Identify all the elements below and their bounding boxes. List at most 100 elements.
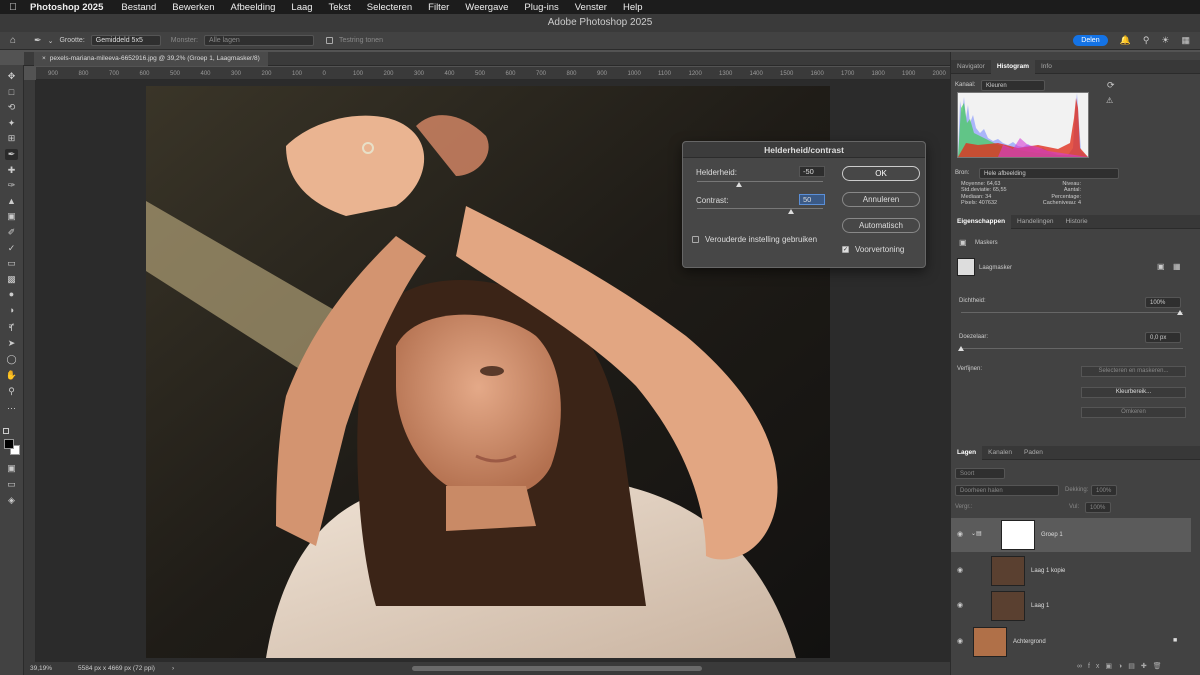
discover-icon[interactable]: ☀: [1161, 35, 1169, 46]
histogram-graph[interactable]: [957, 92, 1089, 158]
eyedropper-icon[interactable]: ✒: [34, 35, 42, 46]
menu-help[interactable]: Help: [615, 2, 651, 13]
search-icon[interactable]: ⚲: [1143, 35, 1150, 46]
gradient-tool-icon[interactable]: ▩: [5, 274, 18, 285]
tab-channels[interactable]: Kanalen: [982, 446, 1018, 460]
share-button[interactable]: Delen: [1073, 35, 1108, 46]
tab-properties[interactable]: Eigenschappen: [951, 215, 1012, 229]
menu-venster[interactable]: Venster: [567, 2, 615, 13]
horizontal-ruler[interactable]: 900 800 700 600 500 400 300 200 100 0 100 200 300 400…: [36, 67, 950, 80]
quick-select-tool-icon[interactable]: ✦: [5, 118, 18, 129]
tab-layers[interactable]: Lagen: [951, 446, 983, 460]
status-chevron-icon[interactable]: ›: [172, 662, 174, 675]
type-tool-icon[interactable]: T: [5, 323, 18, 334]
eraser-tool-icon[interactable]: ▭: [5, 258, 18, 269]
tab-history[interactable]: Historie: [1060, 215, 1094, 229]
brush-tool-icon[interactable]: ✑: [5, 180, 18, 191]
pixel-mask-icon[interactable]: ▣: [1157, 262, 1165, 271]
workspace-icon[interactable]: ▦: [1181, 35, 1190, 46]
feather-slider-thumb[interactable]: [958, 346, 964, 351]
brightness-slider-thumb[interactable]: [736, 182, 742, 187]
size-select[interactable]: Gemiddeld 5x5: [90, 35, 161, 46]
move-tool-icon[interactable]: ✥: [5, 71, 18, 82]
blend-mode-select[interactable]: Doorheen halen: [955, 485, 1059, 496]
layer-row-background[interactable]: ◉ Achtergrond ■: [951, 625, 1191, 659]
default-colors-icon[interactable]: [3, 428, 9, 434]
brightness-slider-track[interactable]: [697, 181, 823, 182]
menu-afbeelding[interactable]: Afbeelding: [223, 2, 284, 13]
quick-mask-icon[interactable]: ▣: [5, 463, 18, 474]
layers-footer-icons[interactable]: ∞fx▣◑▤✚🗑: [1077, 662, 1168, 670]
layer-thumbnail[interactable]: [991, 556, 1025, 586]
invert-button[interactable]: Omkeren: [1081, 407, 1186, 418]
density-slider[interactable]: [961, 312, 1183, 313]
eye-icon[interactable]: ◉: [957, 637, 963, 645]
tool-preset-chevron-icon[interactable]: ⌄: [48, 37, 54, 45]
opacity-input[interactable]: 100%: [1091, 485, 1117, 496]
sample-select[interactable]: Alle lagen: [204, 35, 314, 46]
layer-filter-select[interactable]: Soort: [955, 468, 1005, 479]
menu-bewerken[interactable]: Bewerken: [164, 2, 222, 13]
ok-button[interactable]: OK: [842, 166, 920, 181]
contrast-slider-track[interactable]: [697, 208, 823, 209]
path-select-tool-icon[interactable]: ➤: [5, 338, 18, 349]
history-brush-2-icon[interactable]: ✓: [5, 243, 18, 254]
density-slider-thumb[interactable]: [1177, 310, 1183, 315]
dodge-tool-icon[interactable]: ◑: [5, 305, 18, 316]
legacy-checkbox[interactable]: [692, 236, 699, 243]
cache-warning-icon[interactable]: ⚠: [1106, 96, 1113, 105]
density-input[interactable]: 100%: [1145, 297, 1181, 308]
layer-thumbnail[interactable]: [991, 591, 1025, 621]
vertical-ruler[interactable]: [24, 80, 36, 662]
bell-icon[interactable]: 🔔: [1120, 35, 1131, 46]
layer-mask-thumbnail[interactable]: [1001, 520, 1035, 550]
cancel-button[interactable]: Annuleren: [842, 192, 920, 207]
layer-row-laag1-kopie[interactable]: ◉ Laag 1 kopie: [951, 554, 1191, 588]
contrast-slider-thumb[interactable]: [788, 209, 794, 214]
screen-mode-icon[interactable]: ▭: [5, 479, 18, 490]
preview-checkbox[interactable]: ✓: [842, 246, 849, 253]
eye-icon[interactable]: ◉: [957, 530, 963, 538]
horizontal-scrollbar[interactable]: [412, 666, 702, 671]
vector-mask-icon[interactable]: ▦: [1173, 262, 1181, 271]
tab-navigator[interactable]: Navigator: [951, 60, 991, 74]
hand-tool-icon[interactable]: ✋: [5, 370, 18, 381]
close-icon[interactable]: ×: [42, 55, 46, 62]
history-brush-tool-icon[interactable]: ✐: [5, 227, 18, 238]
color-range-button[interactable]: Kleurbereik...: [1081, 387, 1186, 398]
menu-plugins[interactable]: Plug-ins: [516, 2, 566, 13]
select-and-mask-button[interactable]: Selecteren en maskeren...: [1081, 366, 1186, 377]
folder-icon[interactable]: ⌄▤: [971, 530, 982, 537]
app-menu[interactable]: Photoshop 2025: [26, 2, 113, 13]
contrast-input[interactable]: 50: [799, 194, 825, 205]
mask-thumbnail[interactable]: [957, 258, 975, 276]
eye-icon[interactable]: ◉: [957, 566, 963, 574]
brightness-input[interactable]: -50: [799, 166, 825, 177]
auto-button[interactable]: Automatisch: [842, 218, 920, 233]
healing-tool-icon[interactable]: ✚: [5, 165, 18, 176]
home-icon[interactable]: ⌂: [10, 35, 16, 46]
feather-slider[interactable]: [961, 348, 1183, 349]
eye-icon[interactable]: ◉: [957, 601, 963, 609]
source-select[interactable]: Hele afbeelding: [979, 168, 1119, 179]
menu-weergave[interactable]: Weergave: [457, 2, 516, 13]
fill-input[interactable]: 100%: [1085, 502, 1111, 513]
blur-tool-icon[interactable]: ●: [5, 289, 18, 300]
tab-info[interactable]: Info: [1035, 60, 1058, 74]
feather-input[interactable]: 0,0 px: [1145, 332, 1181, 343]
menu-selecteren[interactable]: Selecteren: [359, 2, 420, 13]
crop-tool-icon[interactable]: ⊞: [5, 133, 18, 144]
show-ring-checkbox[interactable]: [326, 37, 333, 44]
menu-filter[interactable]: Filter: [420, 2, 457, 13]
refresh-icon[interactable]: ⟳: [1107, 80, 1115, 91]
more-tools-icon[interactable]: ⋯: [5, 403, 18, 414]
menu-laag[interactable]: Laag: [283, 2, 320, 13]
zoom-tool-icon[interactable]: ⚲: [5, 386, 18, 397]
extra-tool-icon[interactable]: ◈: [5, 495, 18, 506]
tab-actions[interactable]: Handelingen: [1011, 215, 1060, 229]
marquee-tool-icon[interactable]: □: [5, 87, 18, 98]
layer-thumbnail[interactable]: [973, 627, 1007, 657]
lasso-tool-icon[interactable]: ⟲: [5, 102, 18, 113]
tab-histogram[interactable]: Histogram: [990, 60, 1035, 74]
menu-bestand[interactable]: Bestand: [113, 2, 164, 13]
